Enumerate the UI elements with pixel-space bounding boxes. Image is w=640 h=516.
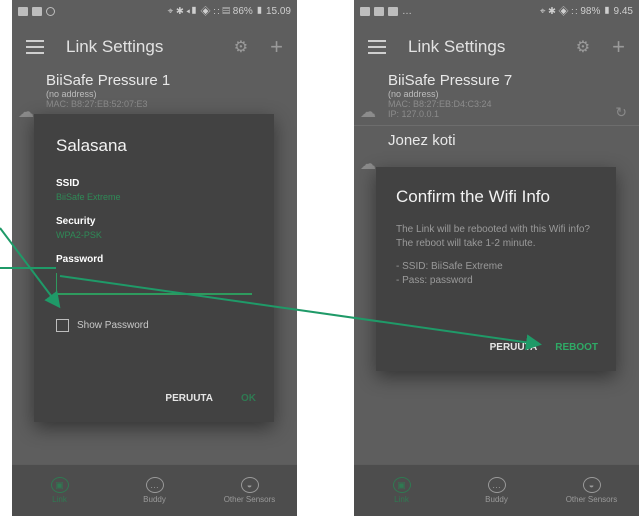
sync-icon [46,6,55,16]
dialog-title: Salasana [56,136,127,155]
add-icon[interactable]: + [612,36,625,58]
ssid-label: SSID [56,178,80,189]
bottom-navigation: ▣ Link … Buddy ◒ Other Sensors [354,464,639,516]
status-bar: … ⌖ ✱ ◈ ∷ 98% ▮ 9.45 [354,0,639,22]
facebook-icon [388,6,398,16]
page-title: Link Settings [408,37,506,56]
link-icon: ▣ [392,477,411,493]
confirm-wifi-dialog: Confirm the Wifi Info The Link will be r… [376,167,616,371]
refresh-icon[interactable]: ↻ [615,104,627,121]
screenshot-stage: ⌖ ✱ ◂▮ ◈ ∷ ▤ 86% ▮ 15.09 Link Settings ⚙… [0,0,640,516]
device-list: BiiSafe Pressure 1 (no address) MAC: B8:… [12,72,297,121]
device-mac: MAC: B8:27:EB:D4:C3:24 [388,99,492,109]
message-icon [374,6,384,16]
password-dialog: Salasana SSID BiiSafe Extreme Security W… [34,114,274,422]
nav-link-label: Link [52,495,67,504]
cancel-button[interactable]: PERUUTA [165,393,213,404]
show-password-checkbox[interactable] [56,319,69,332]
list-item[interactable]: BiiSafe Pressure 1 (no address) MAC: B8:… [12,72,297,121]
device-name: BiiSafe Pressure 7 [388,72,513,89]
nav-link[interactable]: ▣ Link [367,477,437,504]
wifi-settings-icon[interactable]: ⚙ [576,37,590,57]
device-name: Jonez koti [388,132,456,149]
page-title: Link Settings [66,37,164,56]
dialog-body: The Link will be rebooted with this Wifi… [396,223,596,287]
device-mac: MAC: B8:27:EB:52:07:E3 [46,99,148,109]
ok-button[interactable]: OK [241,393,256,404]
sensor-icon: ◒ [240,477,259,493]
password-label: Password [56,254,104,265]
nav-other-sensors-label: Other Sensors [223,495,276,504]
app-bar: Link Settings ⚙ + [12,22,297,72]
status-bar: ⌖ ✱ ◂▮ ◈ ∷ ▤ 86% ▮ 15.09 [12,0,297,22]
status-notifications: … [360,6,412,17]
app-bar: Link Settings ⚙ + [354,22,639,72]
nav-link[interactable]: ▣ Link [25,477,95,504]
dialog-actions: PERUUTA OK [165,393,256,404]
image-icon [360,6,370,16]
device-ip: IP: 127.0.0.1 [388,109,440,119]
reboot-button[interactable]: REBOOT [555,342,598,353]
password-input[interactable] [56,273,252,295]
device-name: BiiSafe Pressure 1 [46,72,171,89]
message-icon [18,6,28,16]
dialog-title: Confirm the Wifi Info [396,187,550,206]
buddy-icon: … [145,477,164,493]
cloud-icon: ☁ [360,156,376,173]
more-notifications: … [402,5,412,17]
cancel-button[interactable]: PERUUTA [490,342,538,353]
security-value: WPA2-PSK [56,230,102,240]
show-password-row[interactable]: Show Password [56,319,252,332]
list-item[interactable]: BiiSafe Pressure 7 (no address) MAC: B8:… [354,72,639,121]
nav-link-label: Link [394,495,409,504]
ssid-value: BiiSafe Extreme [56,192,121,202]
nav-buddy[interactable]: … Buddy [462,477,532,504]
status-right: ⌖ ✱ ◈ ∷ 98% ▮ 9.45 [539,5,633,17]
add-icon[interactable]: + [270,36,283,58]
phone-left: ⌖ ✱ ◂▮ ◈ ∷ ▤ 86% ▮ 15.09 Link Settings ⚙… [12,0,297,516]
security-label: Security [56,216,96,227]
image-icon [32,6,42,16]
link-icon: ▣ [50,477,69,493]
device-list: BiiSafe Pressure 7 (no address) MAC: B8:… [354,72,639,173]
device-address: (no address) [388,89,439,99]
wifi-settings-icon[interactable]: ⚙ [234,37,248,57]
phone-right: … ⌖ ✱ ◈ ∷ 98% ▮ 9.45 Link Settings ⚙ + B… [354,0,639,516]
dialog-ssid-line: - SSID: BiiSafe Extreme [396,261,503,272]
show-password-label: Show Password [77,320,149,331]
bottom-navigation: ▣ Link … Buddy ◒ Other Sensors [12,464,297,516]
list-item[interactable]: Jonez koti ☁ [354,132,639,173]
menu-icon[interactable] [368,40,386,54]
nav-other-sensors[interactable]: ◒ Other Sensors [215,477,285,504]
nav-other-sensors[interactable]: ◒ Other Sensors [557,477,627,504]
menu-icon[interactable] [26,40,44,54]
buddy-icon: … [487,477,506,493]
device-address: (no address) [46,89,97,99]
nav-buddy[interactable]: … Buddy [120,477,190,504]
sensor-icon: ◒ [582,477,601,493]
dialog-message: The Link will be rebooted with this Wifi… [396,224,590,249]
status-notifications [18,6,55,16]
status-right: ⌖ ✱ ◂▮ ◈ ∷ ▤ 86% ▮ 15.09 [167,5,291,17]
nav-buddy-label: Buddy [143,495,166,504]
dialog-actions: PERUUTA REBOOT [490,342,598,353]
dialog-pass-line: - Pass: password [396,274,473,286]
nav-other-sensors-label: Other Sensors [565,495,618,504]
cloud-icon: ☁ [360,104,376,121]
nav-buddy-label: Buddy [485,495,508,504]
list-divider [354,125,639,126]
cloud-icon: ☁ [18,104,34,121]
